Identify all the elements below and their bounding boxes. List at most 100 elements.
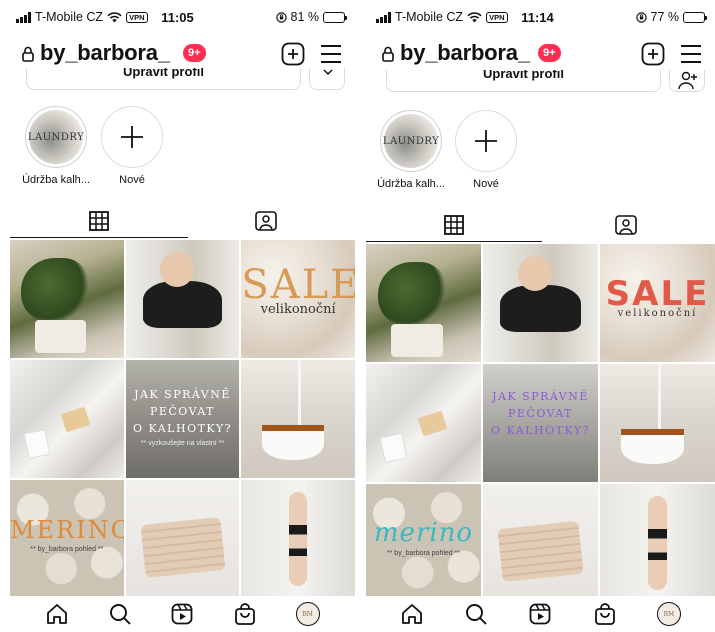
nav-shop[interactable]: [592, 601, 618, 627]
username[interactable]: by_barbora_: [40, 40, 170, 66]
edit-profile-row: Upravit profil: [26, 68, 345, 92]
bottom-nav: BM: [360, 596, 715, 632]
tab-tagged[interactable]: [178, 204, 356, 238]
bottom-nav: BM: [0, 596, 355, 632]
post-tile[interactable]: [125, 240, 240, 358]
post-tile[interactable]: merino ** by_barbora pohled **: [366, 484, 481, 602]
post-tile[interactable]: SALE velikonoční: [241, 240, 355, 358]
shopping-bag-icon: [235, 603, 255, 625]
screenshot-right: T-Mobile CZ VPN 11:14 77 % by_barbora_ 9…: [360, 0, 715, 632]
lock-icon: [382, 46, 394, 62]
username[interactable]: by_barbora_: [400, 40, 530, 66]
post-tile[interactable]: [241, 360, 355, 478]
nav-profile[interactable]: BM: [295, 601, 321, 627]
tagged-person-icon: [255, 211, 278, 231]
posts-grid: SALE velikonoční JAK SPRÁVNĚ PEČOVAT O K…: [10, 240, 355, 598]
merino-heading: MERINO: [10, 516, 124, 544]
orientation-lock-icon: [635, 11, 647, 23]
merino-heading: merino: [373, 518, 474, 548]
highlight-new[interactable]: Nové: [98, 106, 166, 186]
battery-percent: 77 %: [650, 10, 680, 24]
post-tile[interactable]: [125, 480, 240, 598]
search-icon: [466, 604, 487, 625]
highlight-cover-text: LAUNDRY: [27, 131, 85, 143]
grid-icon: [89, 210, 109, 231]
plus-icon: [121, 126, 143, 148]
notification-badge[interactable]: 9+: [538, 44, 561, 62]
post-tile[interactable]: [600, 364, 715, 482]
edit-profile-row: Upravit profil: [386, 70, 705, 94]
post-tile[interactable]: MERINO ** by_barbora pohled **: [10, 480, 124, 598]
post-tile[interactable]: [366, 364, 481, 482]
tab-posts-grid[interactable]: [10, 204, 188, 238]
create-post-icon[interactable]: [281, 42, 305, 66]
profile-header: by_barbora_ 9+: [0, 36, 355, 72]
nav-home[interactable]: [44, 601, 70, 627]
discover-people-button[interactable]: [309, 68, 345, 90]
avatar: BM: [656, 602, 681, 626]
reels-icon: [172, 603, 193, 625]
highlight-label: Nové: [473, 178, 499, 190]
nav-home[interactable]: [399, 601, 425, 627]
nav-search[interactable]: [107, 601, 133, 627]
notification-badge[interactable]: 9+: [183, 44, 206, 62]
discover-people-button[interactable]: [669, 70, 705, 92]
quote-caption: ** vyzkoušejte na vlastní **: [140, 440, 225, 447]
post-tile[interactable]: [10, 240, 124, 358]
profile-tabs: [360, 208, 715, 242]
highlight-label: Údržba kalh...: [22, 174, 90, 186]
post-tile[interactable]: JAK SPRÁVNĚ PEČOVAT O KALHOTKY?: [483, 364, 598, 482]
sale-subtitle: velikonoční: [260, 302, 336, 317]
highlight-label: Nové: [119, 174, 145, 186]
merino-caption: ** by_barbora pohled **: [386, 550, 461, 557]
screenshot-left: T-Mobile CZ VPN 11:05 81 % by_barbora_ 9…: [0, 0, 355, 632]
post-tile[interactable]: [483, 244, 598, 362]
nav-reels[interactable]: [169, 601, 195, 627]
home-icon: [47, 604, 68, 624]
edit-profile-button[interactable]: Upravit profil: [386, 70, 661, 92]
post-tile[interactable]: [10, 360, 124, 478]
sale-subtitle: velikonoční: [617, 308, 698, 319]
battery-icon: [323, 11, 347, 23]
create-post-icon[interactable]: [641, 42, 665, 66]
post-tile[interactable]: [241, 480, 355, 598]
grid-icon: [444, 214, 464, 235]
tab-posts-grid[interactable]: [366, 208, 542, 242]
highlight-label: Údržba kalh...: [377, 178, 445, 190]
post-tile[interactable]: [366, 244, 481, 362]
shopping-bag-icon: [594, 603, 615, 625]
chevron-icon: [323, 69, 333, 76]
post-tile[interactable]: [483, 484, 598, 602]
highlight-laundry[interactable]: LAUNDRY Údržba kalh...: [22, 106, 90, 186]
menu-icon[interactable]: [680, 44, 702, 64]
quote-text: JAK SPRÁVNĚ PEČOVAT O KALHOTKY?: [132, 388, 233, 435]
orientation-lock-icon: [275, 11, 287, 23]
nav-reels[interactable]: [527, 601, 553, 627]
profile-header: by_barbora_ 9+: [360, 36, 715, 72]
merino-caption: ** by_barbora pohled **: [30, 546, 104, 553]
nav-shop[interactable]: [232, 601, 258, 627]
post-tile[interactable]: SALE velikonoční: [600, 244, 715, 362]
menu-icon[interactable]: [320, 44, 342, 64]
reels-icon: [530, 603, 551, 625]
profile-tabs: [0, 204, 355, 238]
highlight-new[interactable]: Nové: [452, 110, 520, 190]
highlight-laundry[interactable]: LAUNDRY Údržba kalh...: [377, 110, 445, 190]
tab-tagged[interactable]: [538, 208, 715, 242]
edit-profile-button[interactable]: Upravit profil: [26, 68, 301, 90]
post-tile[interactable]: [600, 484, 715, 602]
posts-grid: SALE velikonoční JAK SPRÁVNĚ PEČOVAT O K…: [366, 244, 715, 602]
tagged-person-icon: [615, 215, 638, 235]
nav-search[interactable]: [463, 601, 489, 627]
avatar: BM: [295, 602, 320, 626]
status-bar: T-Mobile CZ VPN 11:14 77 %: [360, 10, 715, 28]
lock-icon: [22, 46, 34, 62]
status-bar: T-Mobile CZ VPN 11:05 81 %: [0, 10, 355, 28]
quote-text: JAK SPRÁVNĚ PEČOVAT O KALHOTKY?: [490, 390, 591, 437]
battery-percent: 81 %: [290, 10, 320, 24]
nav-profile[interactable]: BM: [656, 601, 682, 627]
post-tile[interactable]: JAK SPRÁVNĚ PEČOVAT O KALHOTKY? ** vyzko…: [125, 360, 240, 478]
home-icon: [402, 604, 422, 624]
add-person-icon: [678, 71, 697, 90]
plus-icon: [475, 130, 497, 152]
